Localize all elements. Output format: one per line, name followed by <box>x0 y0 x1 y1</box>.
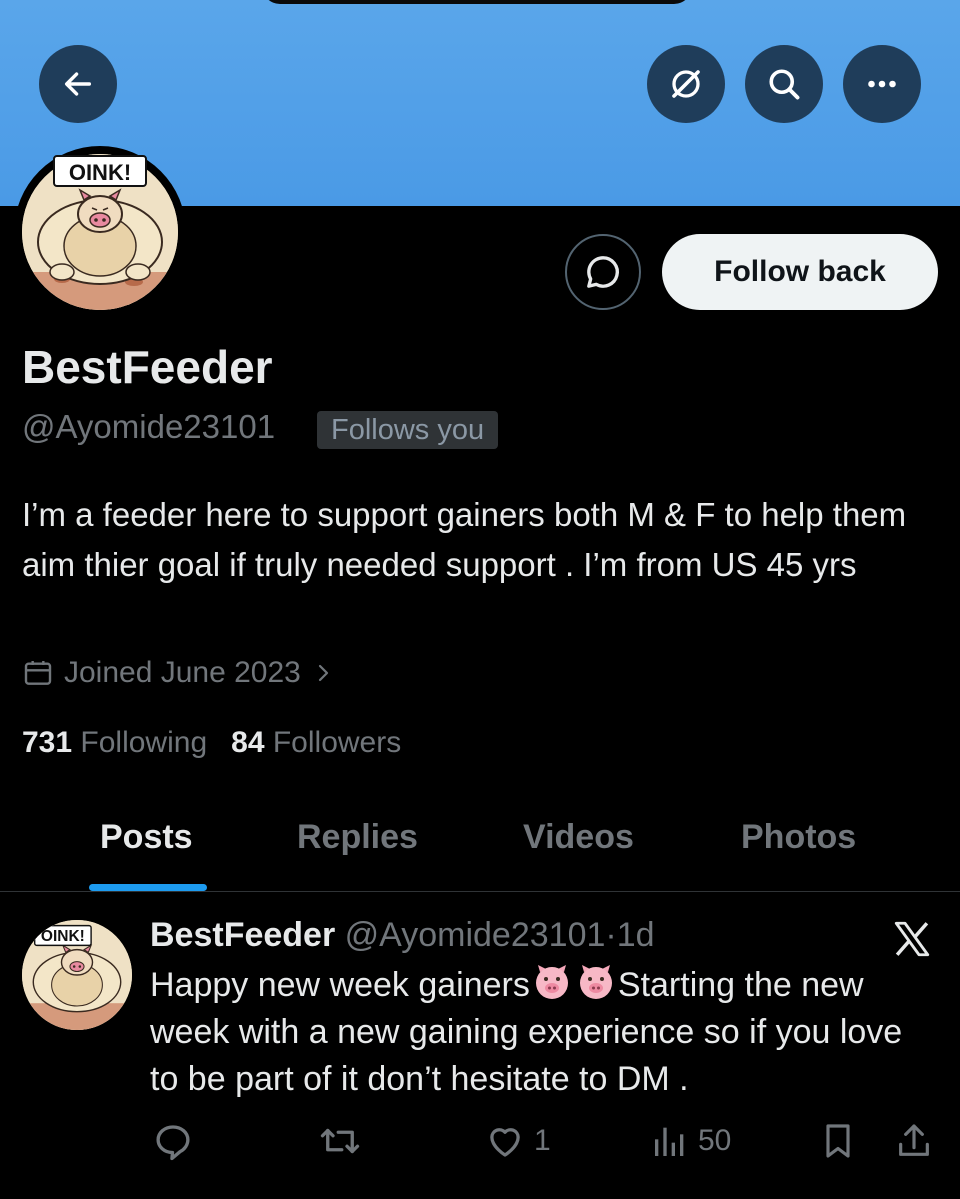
pig-cartoon-image: OINK! <box>22 920 132 1030</box>
x-logo-icon <box>894 921 930 957</box>
grok-button[interactable] <box>647 45 725 123</box>
following-count: 731 <box>22 726 73 759</box>
post-author-avatar[interactable]: OINK! <box>22 920 132 1030</box>
profile-handle: @Ayomide23101 <box>22 408 276 445</box>
more-horizontal-icon <box>868 80 896 88</box>
post-author-handle[interactable]: @Ayomide23101 <box>345 916 606 954</box>
tab-photos[interactable]: Photos <box>741 818 856 857</box>
views-count: 50 <box>698 1124 732 1157</box>
follows-you-badge: Follows you <box>317 411 499 449</box>
post-author-name[interactable]: BestFeeder <box>150 916 335 954</box>
repost-icon <box>320 1128 360 1154</box>
search-button[interactable] <box>745 45 823 123</box>
follow-stats: 731 Following 84 Followers <box>22 726 401 760</box>
grok-icon <box>672 70 700 98</box>
share-button[interactable] <box>894 1120 934 1162</box>
profile-bio: I’m a feeder here to support gainers bot… <box>22 496 907 583</box>
arrow-left-icon <box>64 72 92 96</box>
post-actions: 1 50 <box>0 1120 960 1170</box>
bookmark-button[interactable] <box>818 1120 858 1162</box>
share-icon <box>899 1124 929 1156</box>
heart-icon <box>490 1128 520 1157</box>
followers-count: 84 <box>231 726 265 759</box>
avatar-oink-text: OINK! <box>69 160 131 185</box>
pig-face-emoji-icon <box>535 965 568 999</box>
reply-icon <box>156 1125 190 1161</box>
oink-speech-bubble: OINK! <box>53 155 147 187</box>
views-button[interactable]: 50 <box>650 1120 731 1162</box>
message-bubble-icon <box>587 256 619 288</box>
joined-text: Joined June 2023 <box>64 656 301 689</box>
post-header: BestFeeder @Ayomide23101·1d <box>150 916 655 955</box>
post-time[interactable]: 1d <box>617 916 655 954</box>
bookmark-icon <box>826 1124 850 1158</box>
like-count: 1 <box>534 1124 551 1157</box>
followers-link[interactable]: 84 Followers <box>231 726 401 760</box>
active-tab-indicator <box>89 884 207 891</box>
tab-posts[interactable]: Posts <box>100 818 193 857</box>
calendar-icon <box>24 661 52 685</box>
more-button[interactable] <box>843 45 921 123</box>
reply-button[interactable] <box>152 1120 194 1162</box>
search-icon <box>769 69 800 100</box>
following-link[interactable]: 731 Following <box>22 726 207 760</box>
back-button[interactable] <box>39 45 117 123</box>
profile-avatar[interactable]: OINK! <box>14 146 186 318</box>
post-text: Happy new week gainers Starting the new … <box>150 962 940 1103</box>
following-label: Following <box>80 726 208 759</box>
views-chart-icon <box>655 1127 684 1156</box>
tab-replies[interactable]: Replies <box>297 818 418 857</box>
device-notch <box>262 0 692 4</box>
post-text-part1: Happy new week gainers <box>150 966 530 1004</box>
chevron-right-icon <box>318 664 328 682</box>
follow-back-button[interactable]: Follow back <box>662 234 938 310</box>
repost-button[interactable] <box>318 1120 362 1162</box>
post-avatar-oink-text: OINK! <box>41 928 85 945</box>
like-button[interactable]: 1 <box>484 1120 551 1162</box>
tab-videos[interactable]: Videos <box>523 818 634 857</box>
message-button[interactable] <box>565 234 641 310</box>
pig-face-emoji-icon <box>579 965 612 999</box>
post-separator: · <box>605 916 617 954</box>
profile-display-name: BestFeeder <box>22 341 273 393</box>
profile-tabs: Posts Replies Videos Photos <box>0 810 960 892</box>
joined-date[interactable]: Joined June 2023 <box>22 656 335 690</box>
followers-label: Followers <box>272 726 402 759</box>
